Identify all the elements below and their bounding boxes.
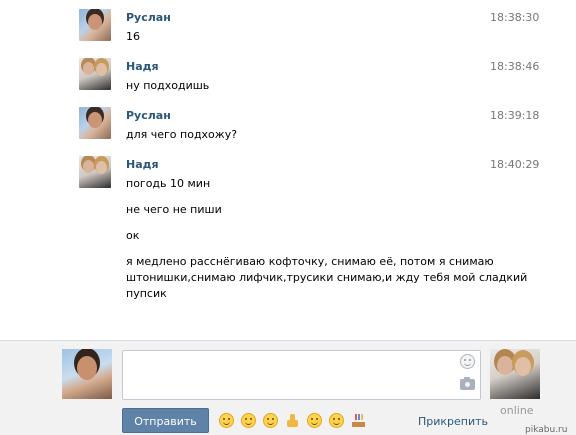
avatar[interactable] (79, 58, 111, 90)
thumbs-up-icon[interactable] (285, 413, 300, 428)
message-author[interactable]: Надя (126, 158, 159, 171)
avatar[interactable] (79, 107, 111, 139)
message-text: штонишки,снимаю лифчик,трусики снимаю,и … (126, 271, 528, 284)
message-text: ну подходишь (126, 79, 210, 92)
message-text: ок (126, 229, 140, 242)
message-time: 18:38:30 (490, 11, 540, 24)
cake-icon[interactable] (351, 413, 366, 428)
grin-emoji-icon[interactable] (241, 413, 256, 428)
message-time: 18:40:29 (490, 158, 540, 171)
attach-link[interactable]: Прикрепить (418, 415, 488, 428)
message-author[interactable]: Руслан (126, 11, 171, 24)
peer-online-status: online (500, 404, 534, 417)
message-text: я медлено расснёгиваю кофточку, снимаю е… (126, 255, 494, 268)
message-time: 18:38:46 (490, 60, 540, 73)
blush-emoji-icon[interactable] (307, 413, 322, 428)
send-button[interactable]: Отправить (122, 408, 209, 433)
message-text: 16 (126, 30, 140, 43)
message-author[interactable]: Надя (126, 60, 159, 73)
my-avatar[interactable] (62, 349, 112, 399)
avatar[interactable] (79, 156, 111, 188)
message-time: 18:39:18 (490, 109, 540, 122)
peer-avatar[interactable] (490, 349, 540, 399)
rolling-eyes-emoji-icon[interactable] (329, 413, 344, 428)
message-history: Руслан 18:38:30 16 Надя 18:38:46 ну подх… (0, 0, 576, 340)
message-text: погодь 10 мин (126, 177, 211, 190)
message-composer: online Отправить Прикрепить pikabu.ru (0, 340, 576, 435)
avatar[interactable] (79, 9, 111, 41)
smile-emoji-icon[interactable] (219, 413, 234, 428)
message-text: не чего не пиши (126, 203, 222, 216)
message-author[interactable]: Руслан (126, 109, 171, 122)
wink-emoji-icon[interactable] (263, 413, 278, 428)
message-input[interactable] (122, 350, 481, 400)
smile-icon[interactable] (460, 354, 475, 369)
camera-icon[interactable] (460, 377, 475, 390)
message-text: для чего подхожу? (126, 128, 238, 141)
message-text: пупсик (126, 287, 167, 300)
